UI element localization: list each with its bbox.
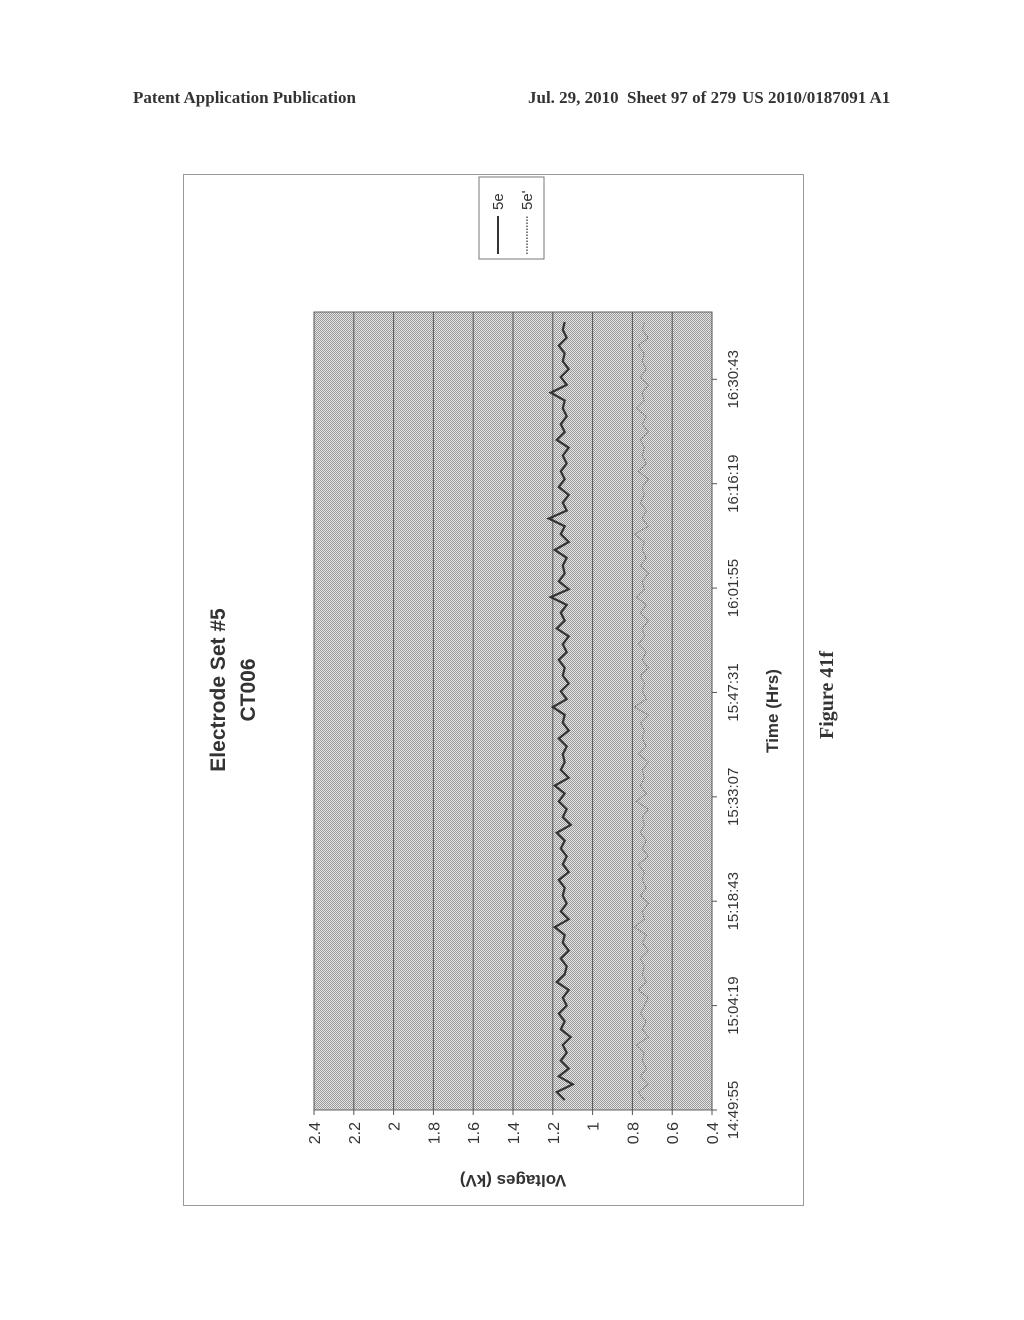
y-tick-label: 1 [586,1122,603,1131]
legend-label-5e: 5e [490,193,507,210]
y-axis-title: Voltages (kV) [460,1171,566,1190]
x-tick-label: 14:49:55 [725,1081,742,1139]
x-tick-label: 15:33:07 [725,768,742,826]
y-tick-label: 1.4 [506,1122,523,1144]
chart-title: Electrode Set #5 [207,608,230,772]
figure-label: Figure 41f [816,651,838,739]
y-tick-label: 2.2 [347,1122,364,1144]
chart: 2.4 2.2 2 1.8 1.6 1.4 1.2 1 0.8 0.6 0.4 14:49:55 15:… [207,176,838,1190]
chart-subtitle: CT006 [237,658,260,721]
y-tick-label: 0.4 [705,1122,722,1144]
x-tick-label: 15:47:31 [725,663,742,721]
y-tick-label: 1.6 [466,1122,483,1144]
x-tick-label: 15:04:19 [725,976,742,1034]
y-tick-label: 0.6 [665,1122,682,1144]
x-tick-label: 15:18:43 [725,872,742,930]
x-tick-label: 16:01:55 [725,559,742,617]
y-tick-label: 2.4 [307,1122,324,1144]
legend-label-5e-prime: 5e' [519,190,536,210]
y-tick-label: 1.8 [426,1122,443,1144]
y-tick-label: 0.8 [625,1122,642,1144]
y-tick-label: 1.2 [546,1122,563,1144]
y-tick-label: 2 [387,1122,404,1131]
x-axis-title: Time (Hrs) [763,669,782,753]
x-tick-label: 16:16:19 [725,454,742,512]
x-tick-label: 16:30:43 [725,350,742,408]
legend: 5e 5e' [478,176,545,260]
